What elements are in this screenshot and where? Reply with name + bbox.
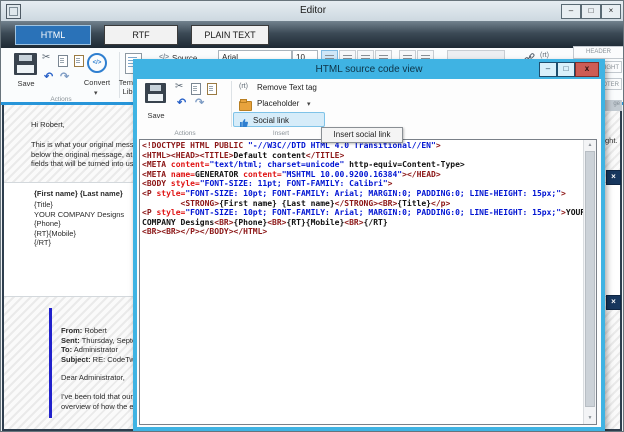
signature-rt-mobile: {RT}{Mobile} xyxy=(34,229,76,238)
format-tab-band: HTML RTF PLAIN TEXT xyxy=(1,21,624,48)
signature-title: {Title} xyxy=(34,200,53,209)
signature-rt-close: {/RT} xyxy=(34,238,51,247)
section-close-button-1[interactable]: × xyxy=(606,170,621,185)
redo-icon[interactable]: ↷ xyxy=(60,70,69,83)
quote-subject-label: Subject: xyxy=(61,355,91,364)
copy-icon[interactable] xyxy=(58,55,68,67)
maximize-button[interactable]: □ xyxy=(581,4,601,19)
editor-window: Editor – □ × HTML RTF PLAIN TEXT Save ✂ … xyxy=(0,0,624,432)
window-title: Editor xyxy=(1,5,624,16)
insert-social-link-tooltip: Insert social link xyxy=(321,127,403,143)
signature-name: {First name} {Last name} xyxy=(34,189,123,198)
code-scrollbar[interactable]: ▲ ▼ xyxy=(583,140,596,424)
intro-right-fragment: ght. xyxy=(605,136,618,145)
placeholder-dropdown-icon: ▾ xyxy=(307,100,311,108)
dialog-copy-icon[interactable] xyxy=(191,83,201,95)
greeting-text: Hi Robert, xyxy=(31,120,65,129)
dialog-maximize-button[interactable]: □ xyxy=(557,62,575,77)
dialog-minimize-button[interactable]: – xyxy=(539,62,557,77)
intro-line-2: below the original message, at t xyxy=(31,150,136,159)
dialog-paste-icon[interactable] xyxy=(207,83,217,95)
convert-icon: </> xyxy=(87,53,107,73)
placeholder-item[interactable]: Placeholder ▾ xyxy=(235,97,345,110)
dialog-title-bar: HTML source code view – □ x xyxy=(137,63,601,79)
intro-line-3: fields that will be turned into use xyxy=(31,159,138,168)
close-button[interactable]: × xyxy=(601,4,621,19)
code-content[interactable]: <!DOCTYPE HTML PUBLIC "-//W3C//DTD HTML … xyxy=(142,141,583,424)
intro-line-1: This is what your original messa xyxy=(31,140,138,149)
dialog-save-label: Save xyxy=(143,111,169,120)
html-source-dialog: HTML source code view – □ x Save ✂ ↶ ↷ (… xyxy=(133,59,605,431)
quote-salutation: Dear Administrator, xyxy=(61,373,125,382)
social-link-label: Social link xyxy=(253,116,289,125)
tab-rtf[interactable]: RTF xyxy=(104,25,178,45)
source-code-editor[interactable]: <!DOCTYPE HTML PUBLIC "-//W3C//DTD HTML … xyxy=(139,139,597,425)
tab-html[interactable]: HTML xyxy=(15,25,91,45)
section-close-button-2[interactable]: × xyxy=(606,295,621,310)
undo-icon[interactable]: ↶ xyxy=(44,70,53,83)
quote-from: From: Robert xyxy=(61,326,107,335)
ribbon-save-button[interactable]: Save xyxy=(13,53,39,89)
quote-from-label: From: xyxy=(61,326,82,335)
dialog-group-separator xyxy=(231,81,232,127)
gallery-header-box[interactable]: HEADER xyxy=(573,46,624,59)
tab-plain-text[interactable]: PLAIN TEXT xyxy=(191,25,269,45)
quote-to-value: Administrator xyxy=(72,345,118,354)
scroll-down-icon[interactable]: ▼ xyxy=(584,413,596,424)
remove-text-tag-item[interactable]: (rt) Remove Text tag xyxy=(235,81,345,94)
dialog-save-icon xyxy=(145,83,166,103)
dialog-close-button[interactable]: x xyxy=(575,62,599,77)
quote-from-value: Robert xyxy=(82,326,107,335)
placeholder-label: Placeholder xyxy=(257,99,299,108)
title-bar: Editor – □ × xyxy=(1,1,624,22)
dialog-insert-group-label: Insert xyxy=(235,130,327,137)
signature-phone: {Phone} xyxy=(34,219,61,228)
dialog-cut-icon[interactable]: ✂ xyxy=(175,81,183,92)
dialog-save-button[interactable]: Save xyxy=(143,83,169,127)
quote-sent-label: Sent: xyxy=(61,336,80,345)
social-link-item[interactable]: Social link xyxy=(233,112,325,127)
convert-button[interactable]: </> Convert ▾ xyxy=(79,52,115,100)
rt-tag-icon: (rt) xyxy=(239,83,248,90)
convert-label: Convert xyxy=(79,78,115,87)
dialog-redo-icon[interactable]: ↷ xyxy=(195,96,204,109)
dialog-undo-icon[interactable]: ↶ xyxy=(177,96,186,109)
remove-text-tag-ribbon-button[interactable]: (rt) xyxy=(540,52,549,59)
cut-icon[interactable]: ✂ xyxy=(42,52,50,63)
scroll-up-icon[interactable]: ▲ xyxy=(584,140,596,151)
minimize-button[interactable]: – xyxy=(561,4,581,19)
quote-to-label: To: xyxy=(61,345,72,354)
save-icon xyxy=(14,53,37,75)
scroll-thumb[interactable] xyxy=(585,151,595,407)
remove-text-tag-label: Remove Text tag xyxy=(257,83,317,92)
dialog-title: HTML source code view xyxy=(137,64,601,75)
quote-bar xyxy=(49,308,52,418)
signature-company: YOUR COMPANY Designs xyxy=(34,210,124,219)
quote-to: To: Administrator xyxy=(61,345,118,354)
placeholder-folder-icon xyxy=(239,101,252,111)
save-label: Save xyxy=(13,79,39,88)
dialog-actions-group-label: Actions xyxy=(143,130,227,137)
